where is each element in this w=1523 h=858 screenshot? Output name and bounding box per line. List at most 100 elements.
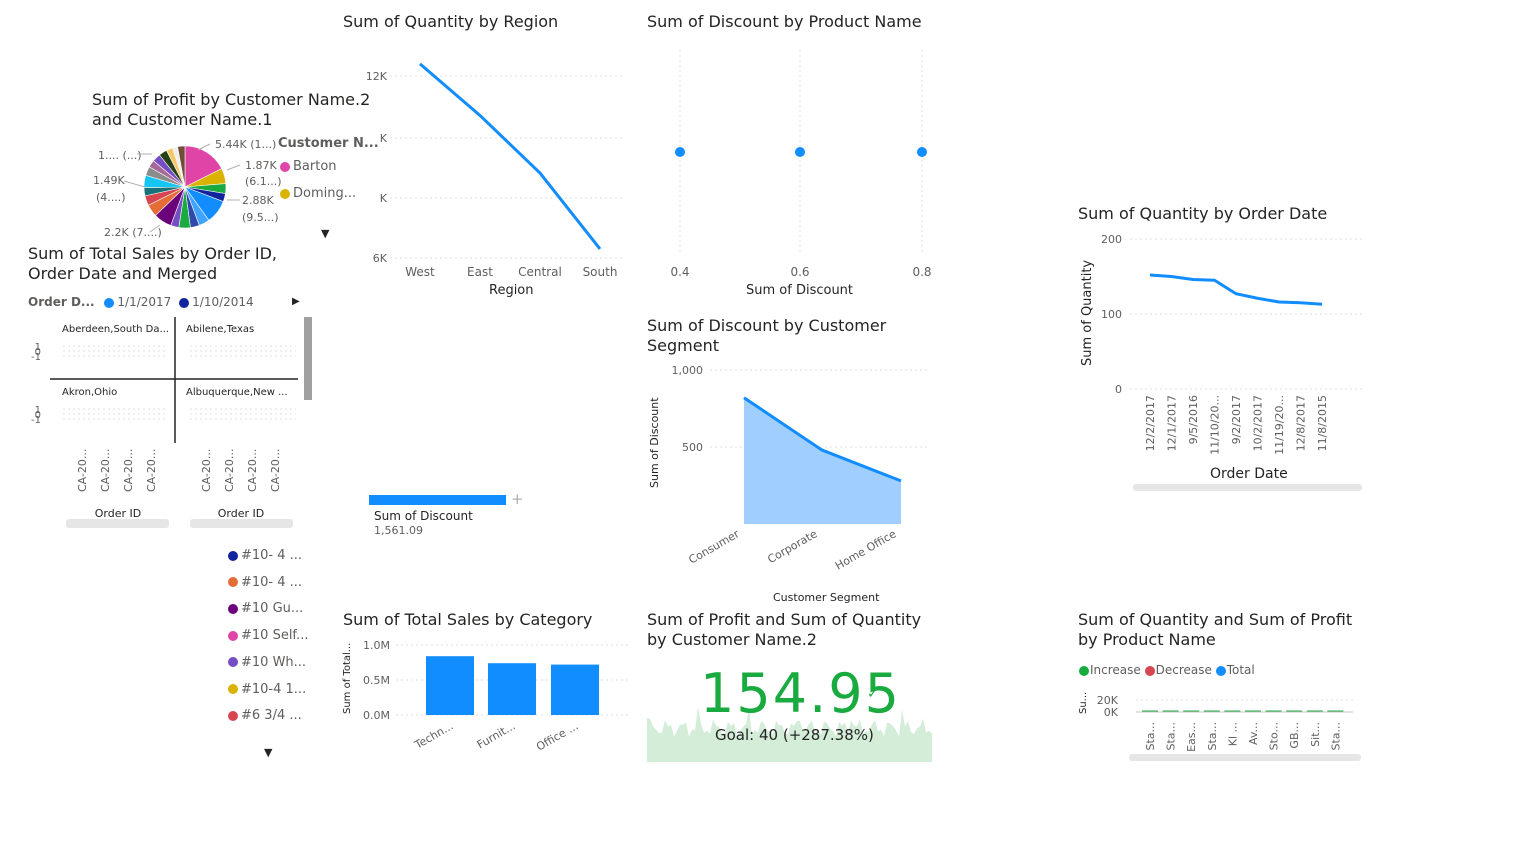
y-tick-label: 1,000: [672, 364, 704, 377]
x-tick-label: West: [405, 265, 435, 279]
legend-label[interactable]: 1/1/2017: [117, 295, 171, 309]
pie-legend-label: Barton: [293, 159, 337, 174]
discount-bar[interactable]: [369, 495, 506, 505]
horizontal-scrollbar[interactable]: [190, 519, 293, 528]
checkmark-icon: ✓: [867, 686, 879, 702]
x-tick-label: Kl ...: [1226, 722, 1239, 746]
legend-color-dot: [228, 630, 238, 641]
x-tick-label: Home Office: [833, 527, 899, 572]
discount-product-chart-title: Sum of Discount by Product Name: [647, 12, 922, 31]
legend-list-item[interactable]: #10 Wh...: [228, 655, 306, 670]
legend-color-dot: [1144, 665, 1155, 676]
pie-data-label: 5.44K (1...): [215, 138, 276, 151]
legend-color-dot: [280, 161, 290, 172]
category-chart-title: Sum of Total Sales by Category: [343, 610, 593, 629]
order-date-y-axis-label: Sum of Quantity: [1080, 259, 1095, 366]
x-tick-label: CA-20...: [223, 449, 236, 492]
panel-title: Aberdeen,South Da...: [62, 324, 169, 335]
legend-scroll-down-icon[interactable]: ▼: [321, 227, 329, 240]
bar: [551, 664, 599, 715]
x-tick-label: Furnit...: [475, 719, 518, 751]
x-tick-label: 12/1/2017: [1166, 395, 1179, 451]
pie-legend-title: Customer N...: [278, 136, 379, 151]
add-icon[interactable]: +: [511, 490, 524, 508]
pie-legend-item[interactable]: Barton: [280, 159, 337, 174]
legend-label: #10- 4 ...: [241, 574, 303, 590]
waterfall-chart[interactable]: 20K0KSta... Sta... Eas... Sta... Kl ... Av...…: [1078, 690, 1368, 752]
horizontal-scrollbar[interactable]: [66, 519, 169, 528]
legend-list-item[interactable]: #6 3/4 ...: [228, 708, 302, 723]
series-line: [419, 62, 602, 250]
x-tick-label: South: [583, 265, 618, 279]
legend-label: #10-4 1...: [241, 681, 307, 697]
pie-legend-item[interactable]: Doming...: [280, 186, 356, 201]
legend-color-dot: [228, 684, 238, 694]
small-multiples-title: Sum of Total Sales by Order ID, Order Da…: [28, 244, 277, 283]
segment-chart-title: Sum of Discount by Customer Segment: [647, 316, 887, 355]
x-tick-label: CA-20...: [76, 449, 89, 492]
legend-label[interactable]: Decrease: [1156, 663, 1212, 677]
order-date-line-chart[interactable]: 200 100 0 12/2/2017 12/1/2017 9/5/2016 11/10/2…: [1100, 230, 1370, 470]
segment-area-chart[interactable]: 1,000 500 Consumer Corporate Home Office: [640, 360, 940, 600]
x-tick-label: Techn...: [412, 719, 456, 752]
legend-color-dot: [228, 657, 238, 668]
y-tick-label: 12K: [366, 70, 388, 83]
legend-list-item[interactable]: #10- 4 ...: [228, 575, 302, 590]
small-multiples-chart[interactable]: Aberdeen,South Da... Abilene,Texas Akron,O…: [28, 315, 318, 535]
y-tick-label: 6K: [373, 252, 388, 265]
legend-label[interactable]: Total: [1227, 663, 1255, 677]
category-y-axis-label: Sum of Total...: [342, 642, 353, 714]
pie-chart-title: Sum of Profit by Customer Name.2 and Cus…: [92, 90, 371, 129]
series-line: [1149, 273, 1323, 306]
pie-data-label: (9.5...): [242, 211, 279, 224]
x-tick-label: 10/2/2017: [1252, 395, 1265, 451]
x-tick-label: 0.8: [912, 265, 931, 279]
legend-label: #10 Gu...: [241, 601, 304, 617]
pie-data-label: (4....): [96, 191, 126, 204]
legend-color-dot: [104, 297, 115, 308]
legend-color-dot: [228, 603, 238, 614]
category-bar-chart[interactable]: 1.0M 0.5M 0.0M Techn... Furnit... Office ...: [340, 636, 640, 766]
legend-list-item[interactable]: #10-4 1...: [228, 682, 306, 697]
legend-field-label: Order D...: [28, 295, 95, 309]
legend-next-icon[interactable]: ▶: [292, 296, 300, 307]
legend-scroll-down-icon[interactable]: ▼: [264, 746, 272, 759]
region-chart-title: Sum of Quantity by Region: [343, 12, 559, 31]
legend-color-dot: [228, 550, 238, 561]
x-tick-label: Office ...: [534, 719, 580, 753]
x-tick-label: CA-20...: [200, 449, 213, 492]
vertical-scrollbar[interactable]: [304, 317, 312, 400]
horizontal-scrollbar[interactable]: [1129, 754, 1361, 761]
x-tick-label: Av...: [1247, 722, 1260, 745]
legend-color-dot: [280, 188, 290, 199]
legend-list-item[interactable]: #10 Gu...: [228, 601, 303, 616]
data-point: [795, 147, 805, 157]
waterfall-legend: Increase Decrease Total: [1079, 663, 1255, 677]
horizontal-scrollbar[interactable]: [1133, 484, 1362, 491]
order-date-x-axis-label: Order Date: [1210, 466, 1288, 482]
y-tick-label: -1: [31, 352, 41, 363]
y-tick-label: 200: [1101, 233, 1122, 246]
panel-title: Abilene,Texas: [186, 324, 254, 335]
legend-label[interactable]: 1/10/2014: [192, 295, 254, 309]
y-tick-label: 0.0M: [363, 709, 390, 722]
segment-y-axis-label: Sum of Discount: [648, 397, 661, 488]
legend-list-item[interactable]: #10- 4 ...: [228, 548, 302, 563]
leader-line: [197, 143, 211, 151]
pie-data-label: (6.1...): [245, 175, 282, 188]
small-multiples-legend: Order D... 1/1/2017 1/10/2014: [28, 295, 254, 309]
bar: [488, 663, 536, 715]
x-tick-label: CA-20...: [246, 449, 259, 492]
legend-list-item[interactable]: #10 Self...: [228, 628, 308, 643]
pie-legend-label: Doming...: [293, 186, 357, 201]
profit-pie-chart[interactable]: 5.44K (1...) 1.87K (6.1...) 2.88K (9.5...) 2.…: [90, 138, 282, 240]
region-line-chart[interactable]: 12K K K 6K West East Central South: [340, 40, 640, 310]
pie-data-label: 2.88K: [242, 194, 274, 207]
discount-product-scatter[interactable]: 0.4 0.6 0.8: [640, 40, 940, 290]
leader-line: [226, 164, 241, 171]
legend-color-dot: [1215, 665, 1226, 676]
x-tick-label: 9/5/2016: [1187, 395, 1200, 444]
x-tick-label: 0.4: [670, 265, 689, 279]
waterfall-title: Sum of Quantity and Sum of Profit by Pro…: [1078, 610, 1353, 649]
legend-label[interactable]: Increase: [1090, 663, 1141, 677]
